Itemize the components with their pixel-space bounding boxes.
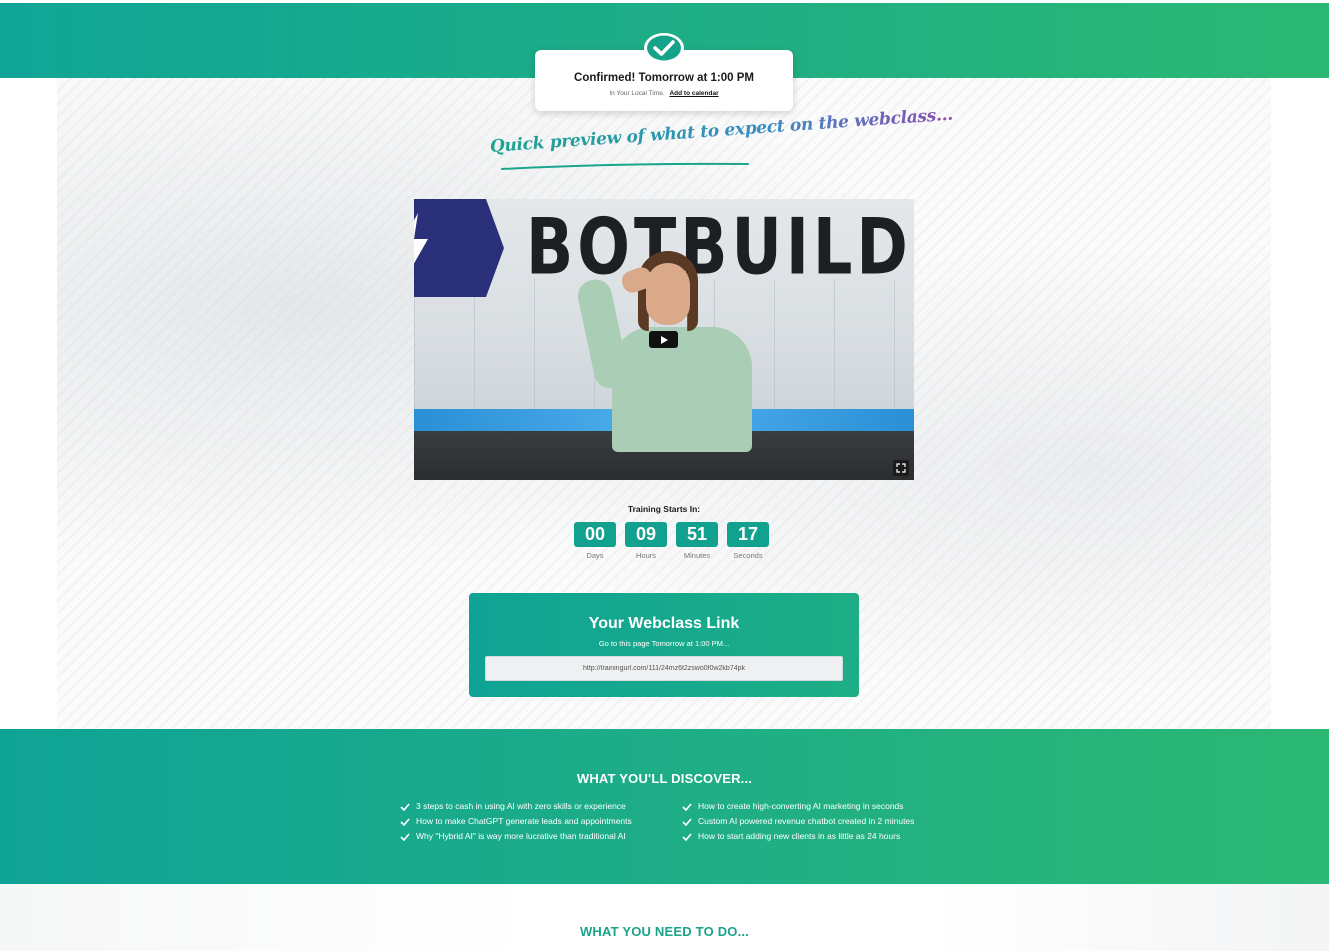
bolt-icon	[414, 213, 428, 281]
list-item: How to start adding new clients in as li…	[682, 829, 914, 844]
list-item-text: Custom AI powered revenue chatbot create…	[698, 816, 915, 826]
list-item-text: How to start adding new clients in as li…	[698, 831, 901, 841]
webclass-link-panel: Your Webclass Link Go to this page Tomor…	[469, 593, 859, 697]
list-item-text: Why "Hybrid AI" is way more lucrative th…	[416, 831, 626, 841]
checkmark-icon	[682, 817, 692, 826]
countdown-days-caption: Days	[586, 551, 604, 560]
checkmark-icon	[682, 832, 692, 841]
discover-title: WHAT YOU'LL DISCOVER...	[576, 771, 753, 786]
countdown-hours-value: 09	[625, 522, 667, 547]
countdown-days-value: 00	[574, 522, 616, 547]
heading-underline	[501, 162, 749, 170]
webclass-link-subtitle: Go to this page Tomorrow at 1:00 PM...	[598, 639, 730, 648]
countdown-minutes: 51 Minutes	[676, 522, 718, 560]
discover-list-left: 3 steps to cash in using AI with zero sk…	[400, 799, 632, 844]
confirmation-subtitle: In Your Local Time. Add to calendar	[535, 90, 793, 97]
webclass-url-field[interactable]	[485, 656, 843, 681]
presenter-body	[612, 327, 752, 452]
video-brand-text: BOTBUILDERS	[526, 201, 914, 293]
list-item: How to make ChatGPT generate leads and a…	[400, 814, 632, 829]
countdown-hours: 09 Hours	[625, 522, 667, 560]
countdown-timer: 00 Days 09 Hours 51 Minutes 17 Seconds	[574, 522, 769, 560]
list-item: Why "Hybrid AI" is way more lucrative th…	[400, 829, 632, 844]
what-you-need-section: WHAT YOU NEED TO DO...	[0, 884, 1329, 951]
fullscreen-icon	[896, 463, 906, 473]
countdown-minutes-value: 51	[676, 522, 718, 547]
list-item: How to create high-converting AI marketi…	[682, 799, 914, 814]
add-to-calendar-link[interactable]: Add to calendar	[669, 90, 718, 97]
confirmation-title: Confirmed! Tomorrow at 1:00 PM	[574, 72, 754, 84]
countdown-seconds: 17 Seconds	[727, 522, 769, 560]
bot-logo-mark	[414, 199, 504, 297]
presenter-head	[646, 263, 690, 325]
fullscreen-button[interactable]	[893, 460, 909, 476]
checkmark-icon	[400, 817, 410, 826]
countdown-days: 00 Days	[574, 522, 616, 560]
discover-section: WHAT YOU'LL DISCOVER... 3 steps to cash …	[0, 729, 1329, 884]
countdown-seconds-caption: Seconds	[733, 551, 763, 560]
discover-list-right: How to create high-converting AI marketi…	[682, 799, 914, 844]
checkmark-icon	[400, 832, 410, 841]
countdown-seconds-value: 17	[727, 522, 769, 547]
list-item: Custom AI powered revenue chatbot create…	[682, 814, 914, 829]
list-item-text: How to create high-converting AI marketi…	[698, 801, 904, 811]
list-item-text: How to make ChatGPT generate leads and a…	[416, 816, 632, 826]
list-item-text: 3 steps to cash in using AI with zero sk…	[416, 801, 626, 811]
what-you-need-title: WHAT YOU NEED TO DO...	[579, 924, 750, 939]
checkmark-icon	[400, 802, 410, 811]
webclass-link-title: Your Webclass Link	[588, 615, 740, 632]
check-circle-icon	[643, 32, 685, 64]
checkmark-icon	[682, 802, 692, 811]
video-player[interactable]: BOTBUILDERS	[414, 199, 914, 480]
countdown-hours-caption: Hours	[635, 551, 656, 560]
local-time-note: In Your Local Time.	[609, 90, 665, 97]
countdown-label: Training Starts In:	[627, 504, 701, 514]
play-icon	[660, 335, 668, 344]
countdown-minutes-caption: Minutes	[683, 551, 711, 560]
list-item: 3 steps to cash in using AI with zero sk…	[400, 799, 632, 814]
play-button[interactable]	[649, 331, 678, 348]
